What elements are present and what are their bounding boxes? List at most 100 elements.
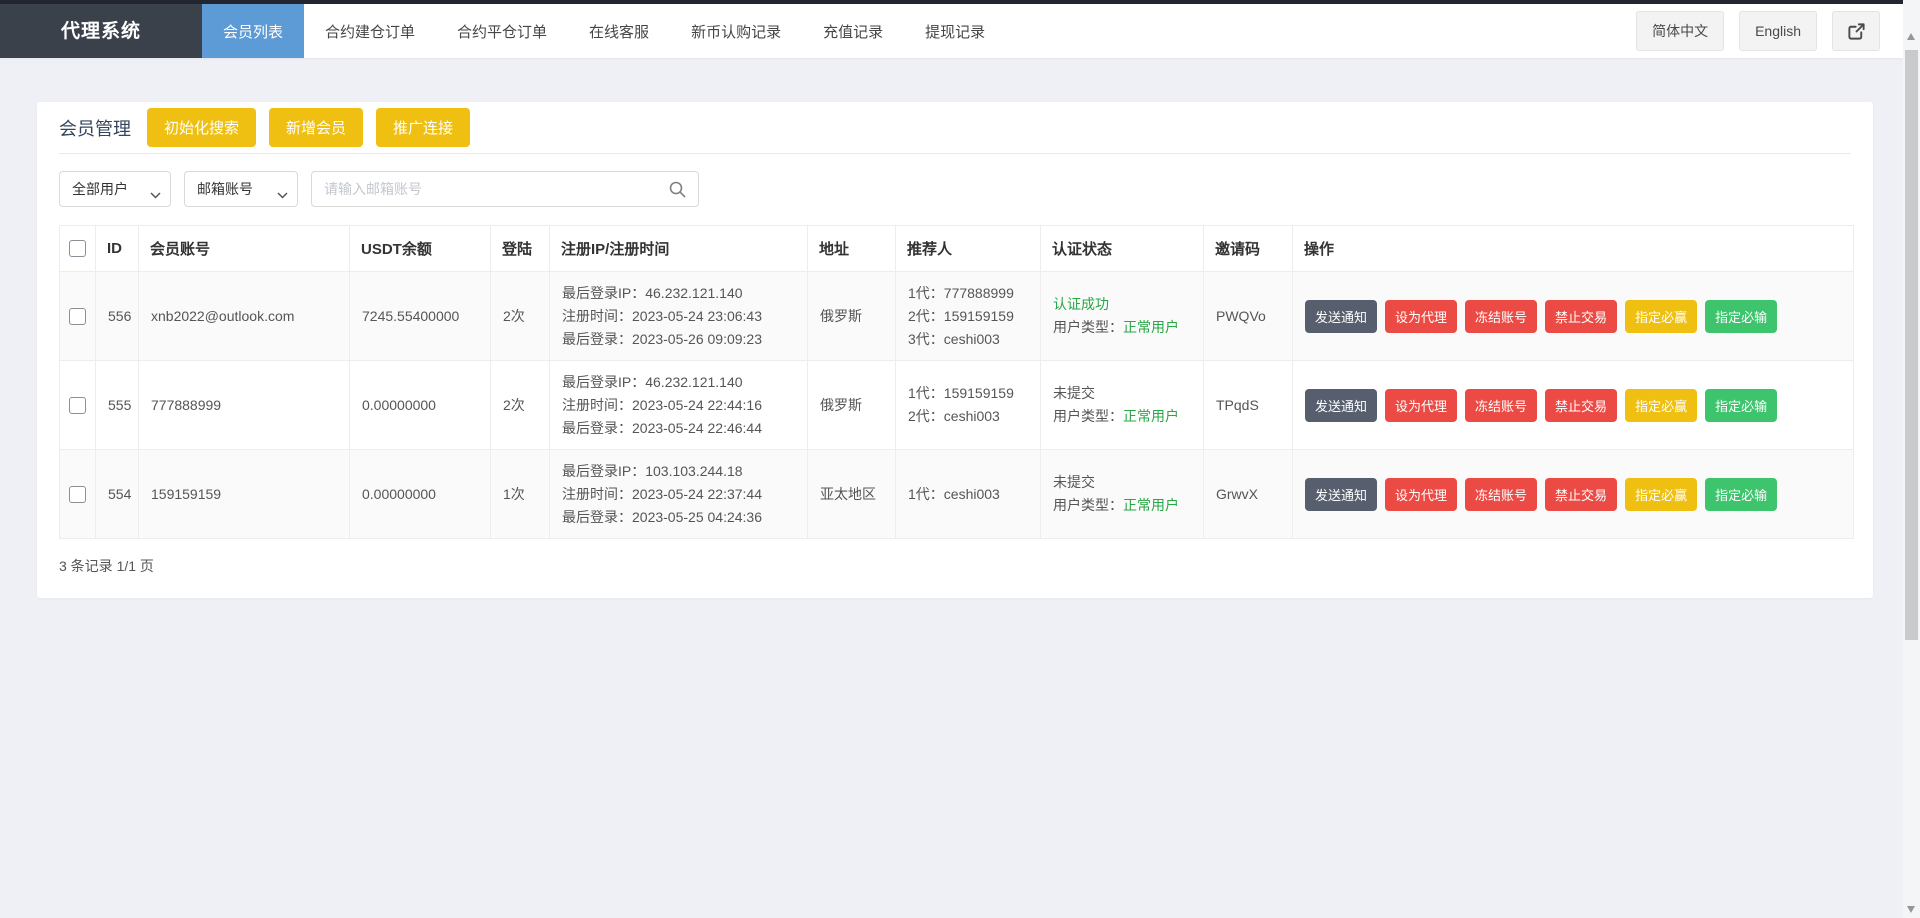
panel-actions: 初始化搜索新增会员推广连接 <box>147 108 470 147</box>
row-checkbox[interactable] <box>69 397 86 414</box>
auth-status-cell: 认证成功 用户类型：正常用户 <box>1041 272 1204 361</box>
action-force-win-button[interactable]: 指定必赢 <box>1625 300 1697 333</box>
member-id: 555 <box>96 361 139 450</box>
column-header: 推荐人 <box>896 226 1041 272</box>
column-header: USDT余额 <box>350 226 491 272</box>
user-type-label: 用户类型： <box>1053 319 1123 335</box>
search-input[interactable] <box>311 171 699 207</box>
search-field-select[interactable]: 邮箱账号 <box>184 171 298 207</box>
action-freeze-account-button[interactable]: 冻结账号 <box>1465 389 1537 422</box>
member-account: 159159159 <box>139 450 350 539</box>
member-id: 554 <box>96 450 139 539</box>
nav-tab-online-service[interactable]: 在线客服 <box>568 4 670 58</box>
auth-status: 未提交 <box>1053 385 1095 401</box>
nav-tab-withdraw-records[interactable]: 提现记录 <box>904 4 1006 58</box>
action-send-notice-button[interactable]: 发送通知 <box>1305 478 1377 511</box>
referrers: 1代：1591591592代：ceshi003 <box>896 361 1041 450</box>
action-force-win-button[interactable]: 指定必赢 <box>1625 389 1697 422</box>
action-force-lose-button[interactable]: 指定必输 <box>1705 478 1777 511</box>
logout-button[interactable] <box>1832 11 1880 51</box>
nav-tab-contract-close-orders[interactable]: 合约平仓订单 <box>436 4 568 58</box>
table-row: 555 777888999 0.00000000 2次 最后登录IP：46.23… <box>60 361 1854 450</box>
member-account: 777888999 <box>139 361 350 450</box>
user-type-select[interactable]: 全部用户 <box>59 171 171 207</box>
invite-code: TPqdS <box>1204 361 1293 450</box>
action-send-notice-button[interactable]: 发送通知 <box>1305 300 1377 333</box>
user-type-label: 用户类型： <box>1053 497 1123 513</box>
search-field-select-wrap: 邮箱账号 <box>184 171 298 207</box>
nav-tab-new-coin-records[interactable]: 新币认购记录 <box>670 4 802 58</box>
action-force-win-button[interactable]: 指定必赢 <box>1625 478 1697 511</box>
card-header: 会员管理 初始化搜索新增会员推广连接 <box>59 102 1851 154</box>
row-checkbox[interactable] <box>69 486 86 503</box>
row-actions: 发送通知设为代理冻结账号禁止交易指定必赢指定必输 <box>1293 272 1854 361</box>
action-set-agent-button[interactable]: 设为代理 <box>1385 389 1457 422</box>
action-ban-trade-button[interactable]: 禁止交易 <box>1545 389 1617 422</box>
invite-code: GrwvX <box>1204 450 1293 539</box>
init-search-button[interactable]: 初始化搜索 <box>147 108 256 147</box>
column-header: 会员账号 <box>139 226 350 272</box>
action-send-notice-button[interactable]: 发送通知 <box>1305 389 1377 422</box>
search-icon[interactable] <box>668 180 687 204</box>
register-info: 最后登录IP：46.232.121.140注册时间：2023-05-24 23:… <box>550 272 808 361</box>
scrollbar <box>1903 0 1920 918</box>
user-type: 正常用户 <box>1123 319 1179 335</box>
member-address: 俄罗斯 <box>808 272 896 361</box>
nav-tabs: 会员列表合约建仓订单合约平仓订单在线客服新币认购记录充值记录提现记录 <box>202 4 1006 58</box>
top-strip <box>0 0 1903 4</box>
invite-code: PWQVo <box>1204 272 1293 361</box>
register-info: 最后登录IP：103.103.244.18注册时间：2023-05-24 22:… <box>550 450 808 539</box>
referrers: 1代：ceshi003 <box>896 450 1041 539</box>
action-freeze-account-button[interactable]: 冻结账号 <box>1465 300 1537 333</box>
login-count: 2次 <box>491 361 550 450</box>
add-member-button[interactable]: 新增会员 <box>269 108 363 147</box>
nav-tab-contract-open-orders[interactable]: 合约建仓订单 <box>304 4 436 58</box>
action-force-lose-button[interactable]: 指定必输 <box>1705 389 1777 422</box>
usdt-balance: 0.00000000 <box>350 450 491 539</box>
select-all-cell <box>60 226 96 272</box>
login-count: 1次 <box>491 450 550 539</box>
scrollbar-thumb[interactable] <box>1905 50 1918 640</box>
user-type-label: 用户类型： <box>1053 408 1123 424</box>
nav-tab-member-list[interactable]: 会员列表 <box>202 4 304 58</box>
lang-en-button[interactable]: English <box>1739 11 1817 51</box>
action-set-agent-button[interactable]: 设为代理 <box>1385 478 1457 511</box>
auth-status: 认证成功 <box>1053 296 1109 312</box>
login-count: 2次 <box>491 272 550 361</box>
action-freeze-account-button[interactable]: 冻结账号 <box>1465 478 1537 511</box>
action-ban-trade-button[interactable]: 禁止交易 <box>1545 300 1617 333</box>
navbar: 代理系统 会员列表合约建仓订单合约平仓订单在线客服新币认购记录充值记录提现记录 … <box>0 0 1920 58</box>
table-row: 556 xnb2022@outlook.com 7245.55400000 2次… <box>60 272 1854 361</box>
nav-tab-deposit-records[interactable]: 充值记录 <box>802 4 904 58</box>
select-all-checkbox[interactable] <box>69 240 86 257</box>
row-actions: 发送通知设为代理冻结账号禁止交易指定必赢指定必输 <box>1293 450 1854 539</box>
table-header-row: ID会员账号USDT余额登陆注册IP/注册时间地址推荐人认证状态邀请码操作 <box>60 226 1854 272</box>
page-content: 会员管理 初始化搜索新增会员推广连接 全部用户 邮箱账号 <box>0 58 1920 598</box>
members-table: ID会员账号USDT余额登陆注册IP/注册时间地址推荐人认证状态邀请码操作 55… <box>59 225 1854 539</box>
register-info: 最后登录IP：46.232.121.140注册时间：2023-05-24 22:… <box>550 361 808 450</box>
auth-status-cell: 未提交 用户类型：正常用户 <box>1041 361 1204 450</box>
promo-link-button[interactable]: 推广连接 <box>376 108 470 147</box>
auth-status: 未提交 <box>1053 474 1095 490</box>
column-header: ID <box>96 226 139 272</box>
user-type: 正常用户 <box>1123 497 1179 513</box>
usdt-balance: 0.00000000 <box>350 361 491 450</box>
column-header: 登陆 <box>491 226 550 272</box>
usdt-balance: 7245.55400000 <box>350 272 491 361</box>
action-force-lose-button[interactable]: 指定必输 <box>1705 300 1777 333</box>
row-checkbox[interactable] <box>69 308 86 325</box>
page-title: 会员管理 <box>59 115 131 141</box>
column-header: 操作 <box>1293 226 1854 272</box>
lang-zh-button[interactable]: 简体中文 <box>1636 11 1724 51</box>
scroll-down-arrow[interactable] <box>1907 906 1915 913</box>
referrers: 1代：7778889992代：1591591593代：ceshi003 <box>896 272 1041 361</box>
user-type: 正常用户 <box>1123 408 1179 424</box>
search-wrap <box>311 171 699 207</box>
action-set-agent-button[interactable]: 设为代理 <box>1385 300 1457 333</box>
column-header: 地址 <box>808 226 896 272</box>
auth-status-cell: 未提交 用户类型：正常用户 <box>1041 450 1204 539</box>
scroll-up-arrow[interactable] <box>1907 33 1915 40</box>
user-type-select-wrap: 全部用户 <box>59 171 171 207</box>
column-header: 邀请码 <box>1204 226 1293 272</box>
action-ban-trade-button[interactable]: 禁止交易 <box>1545 478 1617 511</box>
